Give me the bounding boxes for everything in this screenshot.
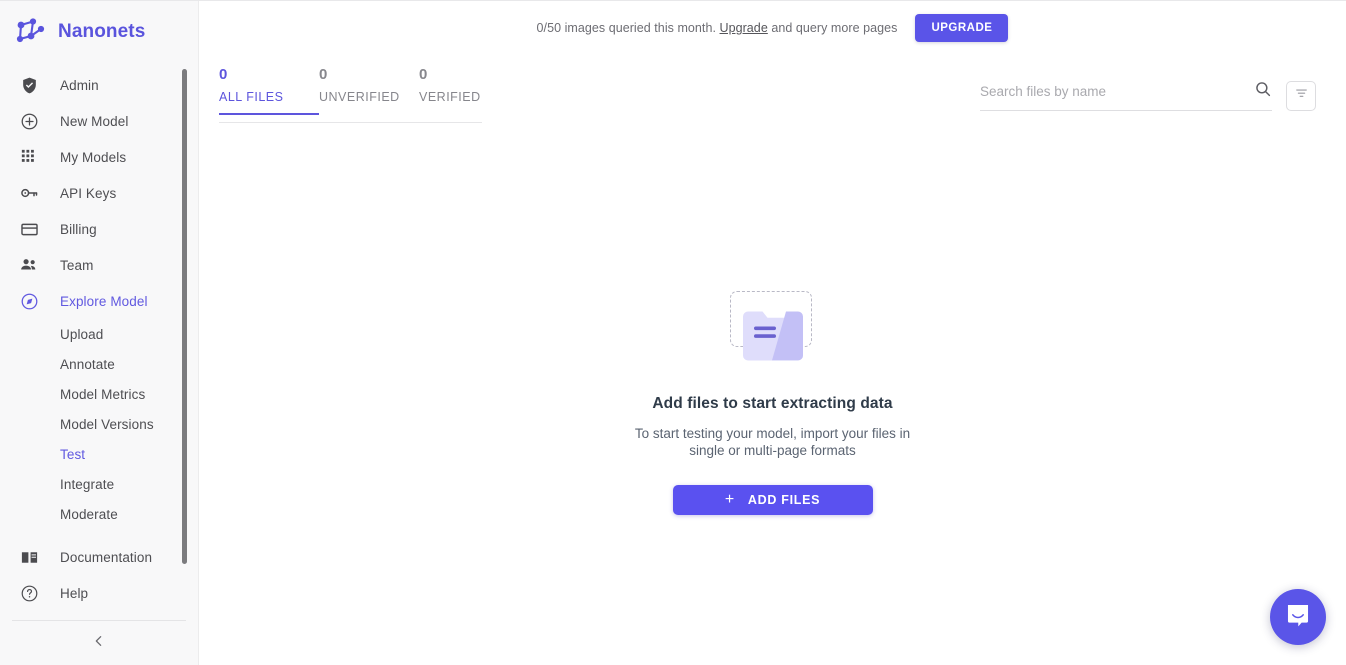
quota-prefix: 0/50 images queried this month.	[536, 21, 720, 35]
sidebar-subitem-label: Test	[60, 446, 86, 462]
intercom-chat-icon	[1285, 602, 1311, 633]
compass-icon	[18, 290, 40, 312]
empty-state-subtitle: To start testing your model, import your…	[634, 426, 911, 458]
sidebar-item-label: New Model	[60, 113, 129, 129]
sidebar-subitem-label: Moderate	[60, 506, 118, 522]
sidebar-subitem-label: Integrate	[60, 476, 115, 492]
app-root: Nanonets Admin New Model My Models API K…	[0, 0, 1346, 665]
tab-all-files[interactable]: 0 ALL FILES	[219, 65, 319, 115]
plus-icon: +	[724, 491, 735, 508]
sidebar-item-billing[interactable]: Billing	[0, 211, 198, 247]
quota-upgrade-link[interactable]: Upgrade	[720, 21, 768, 35]
sidebar-subitem-model-versions[interactable]: Model Versions	[0, 409, 198, 439]
sidebar-item-team[interactable]: Team	[0, 247, 198, 283]
tab-label: UNVERIFIED	[319, 90, 400, 104]
grid-dots-icon	[18, 146, 40, 168]
add-files-label: ADD FILES	[747, 493, 821, 507]
shield-check-icon	[18, 74, 40, 96]
sidebar-item-label: Explore Model	[60, 293, 148, 309]
filter-funnel-icon	[1294, 86, 1309, 106]
sidebar-scroll-region: Admin New Model My Models API Keys Billi…	[0, 63, 198, 612]
sidebar-item-label: Admin	[60, 77, 99, 93]
nanonets-network-logo-icon	[14, 16, 58, 48]
people-icon	[18, 254, 40, 276]
sidebar-item-help[interactable]: Help	[0, 575, 198, 611]
filter-button[interactable]	[1286, 80, 1316, 111]
sidebar-subitem-label: Upload	[60, 326, 104, 342]
sidebar-subitem-moderate[interactable]: Moderate	[0, 499, 198, 529]
brand-name: Nanonets	[58, 21, 146, 42]
upgrade-button[interactable]: UPGRADE	[915, 14, 1009, 42]
sidebar-footer	[0, 612, 198, 665]
sidebar-subitem-integrate[interactable]: Integrate	[0, 469, 198, 499]
key-icon	[18, 182, 40, 204]
quota-banner: 0/50 images queried this month. Upgrade …	[199, 1, 1346, 53]
sidebar-subitem-test[interactable]: Test	[0, 439, 198, 469]
sidebar-item-label: My Models	[60, 149, 127, 165]
search-area	[980, 80, 1316, 115]
sidebar-nav-list: Admin New Model My Models API Keys Billi…	[0, 63, 198, 611]
tab-label: VERIFIED	[419, 90, 481, 104]
files-toolbar: 0 ALL FILES 0 UNVERIFIED 0 VERIFIED	[199, 53, 1346, 115]
search-icon[interactable]	[1254, 80, 1272, 103]
tab-count: 0	[319, 66, 328, 83]
sidebar-item-label: Help	[60, 585, 89, 601]
sidebar-item-label: Team	[60, 257, 94, 273]
sidebar-item-label: Documentation	[60, 549, 153, 565]
sidebar-subitem-label: Annotate	[60, 356, 115, 372]
tab-count: 0	[219, 66, 228, 83]
sidebar-collapse-button[interactable]	[0, 621, 198, 665]
brand[interactable]: Nanonets	[0, 1, 198, 63]
tabs-underline-rule	[219, 122, 482, 123]
sidebar-item-explore-model[interactable]: Explore Model	[0, 283, 198, 319]
plus-circle-icon	[18, 110, 40, 132]
empty-state-title: Add files to start extracting data	[652, 395, 893, 412]
quota-suffix: and query more pages	[767, 21, 898, 35]
sidebar-scrollbar[interactable]	[182, 69, 187, 564]
sidebar-item-api-keys[interactable]: API Keys	[0, 175, 198, 211]
quota-text: 0/50 images queried this month. Upgrade …	[537, 21, 898, 35]
sidebar-subitem-label: Model Metrics	[60, 386, 146, 402]
sidebar-subitem-upload[interactable]: Upload	[0, 319, 198, 349]
search-input[interactable]	[980, 84, 1248, 99]
sidebar-item-label: Billing	[60, 221, 97, 237]
search-box[interactable]	[980, 80, 1272, 111]
add-files-button[interactable]: + ADD FILES	[672, 485, 873, 515]
sidebar-item-documentation[interactable]: Documentation	[0, 539, 198, 575]
file-tabs: 0 ALL FILES 0 UNVERIFIED 0 VERIFIED	[219, 65, 519, 115]
credit-card-icon	[18, 218, 40, 240]
sidebar-item-new-model[interactable]: New Model	[0, 103, 198, 139]
tab-verified[interactable]: 0 VERIFIED	[419, 65, 519, 115]
dashed-box-with-folder-icon	[729, 291, 816, 373]
sidebar-item-admin[interactable]: Admin	[0, 67, 198, 103]
sidebar-subitem-model-metrics[interactable]: Model Metrics	[0, 379, 198, 409]
empty-state: Add files to start extracting data To st…	[199, 291, 1346, 515]
chevron-left-icon	[91, 633, 107, 654]
chat-launcher-button[interactable]	[1270, 589, 1326, 645]
sidebar-item-my-models[interactable]: My Models	[0, 139, 198, 175]
main-content: 0/50 images queried this month. Upgrade …	[199, 1, 1346, 665]
tab-count: 0	[419, 66, 428, 83]
book-icon	[18, 546, 40, 568]
sidebar-item-label: API Keys	[60, 185, 117, 201]
sidebar: Nanonets Admin New Model My Models API K…	[0, 1, 199, 665]
sidebar-subitem-label: Model Versions	[60, 416, 154, 432]
question-circle-icon	[18, 582, 40, 604]
tab-label: ALL FILES	[219, 90, 284, 104]
sidebar-subitem-annotate[interactable]: Annotate	[0, 349, 198, 379]
folder-icon	[742, 311, 803, 361]
tab-unverified[interactable]: 0 UNVERIFIED	[319, 65, 419, 115]
